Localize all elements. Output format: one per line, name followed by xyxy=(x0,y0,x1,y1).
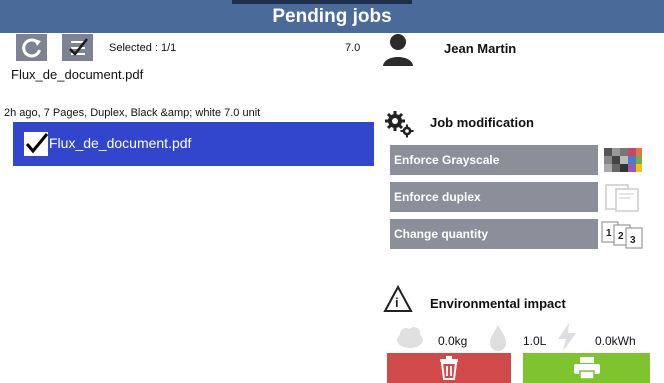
water-value: 1.0L xyxy=(523,334,547,348)
environmental-impact-title: Environmental impact xyxy=(430,296,566,311)
enforce-grayscale-button[interactable]: Enforce Grayscale xyxy=(390,145,598,175)
trash-icon xyxy=(440,356,458,380)
page-title: Pending jobs xyxy=(272,6,392,27)
selected-count: Selected : 1/1 xyxy=(109,42,177,54)
job-details: 2h ago, 7 Pages, Duplex, Black &amp; whi… xyxy=(4,107,261,119)
select-all-icon xyxy=(68,37,88,56)
svg-text:2: 2 xyxy=(618,231,624,242)
select-all-button[interactable] xyxy=(62,34,93,61)
checkbox-checked-icon[interactable] xyxy=(23,131,49,157)
user-name: Jean Martin xyxy=(444,41,517,56)
job-name: Flux_de_document.pdf xyxy=(49,135,192,151)
svg-text:1: 1 xyxy=(606,228,612,239)
leaf-recycle-icon: i xyxy=(383,285,413,312)
document-name: Flux_de_document.pdf xyxy=(11,67,144,82)
header-accent xyxy=(232,0,412,4)
job-modification-title: Job modification xyxy=(430,115,534,130)
water-drop-icon xyxy=(490,325,506,351)
duplex-icon[interactable] xyxy=(600,182,644,212)
svg-text:3: 3 xyxy=(630,235,636,246)
co2-cloud-icon xyxy=(397,327,423,348)
grayscale-icon[interactable] xyxy=(600,145,644,175)
change-quantity-button[interactable]: Change quantity xyxy=(390,219,598,249)
user-quota: 7.0 xyxy=(345,42,361,54)
delete-job-button[interactable] xyxy=(387,353,511,383)
printer-icon xyxy=(573,357,600,380)
energy-value: 0.0kWh xyxy=(595,334,636,348)
gears-icon xyxy=(385,111,414,138)
enforce-duplex-button[interactable]: Enforce duplex xyxy=(390,182,598,212)
lightning-icon xyxy=(558,323,576,351)
refresh-button[interactable] xyxy=(16,34,47,61)
refresh-icon xyxy=(21,38,41,57)
header-bar: Pending jobs xyxy=(0,0,664,33)
quantity-icon[interactable]: 1 2 3 xyxy=(600,219,644,249)
job-list-item[interactable]: Flux_de_document.pdf xyxy=(13,122,374,166)
svg-text:i: i xyxy=(395,295,399,310)
user-icon xyxy=(383,34,413,66)
co2-value: 0.0kg xyxy=(438,334,468,348)
print-job-button[interactable] xyxy=(523,353,650,383)
